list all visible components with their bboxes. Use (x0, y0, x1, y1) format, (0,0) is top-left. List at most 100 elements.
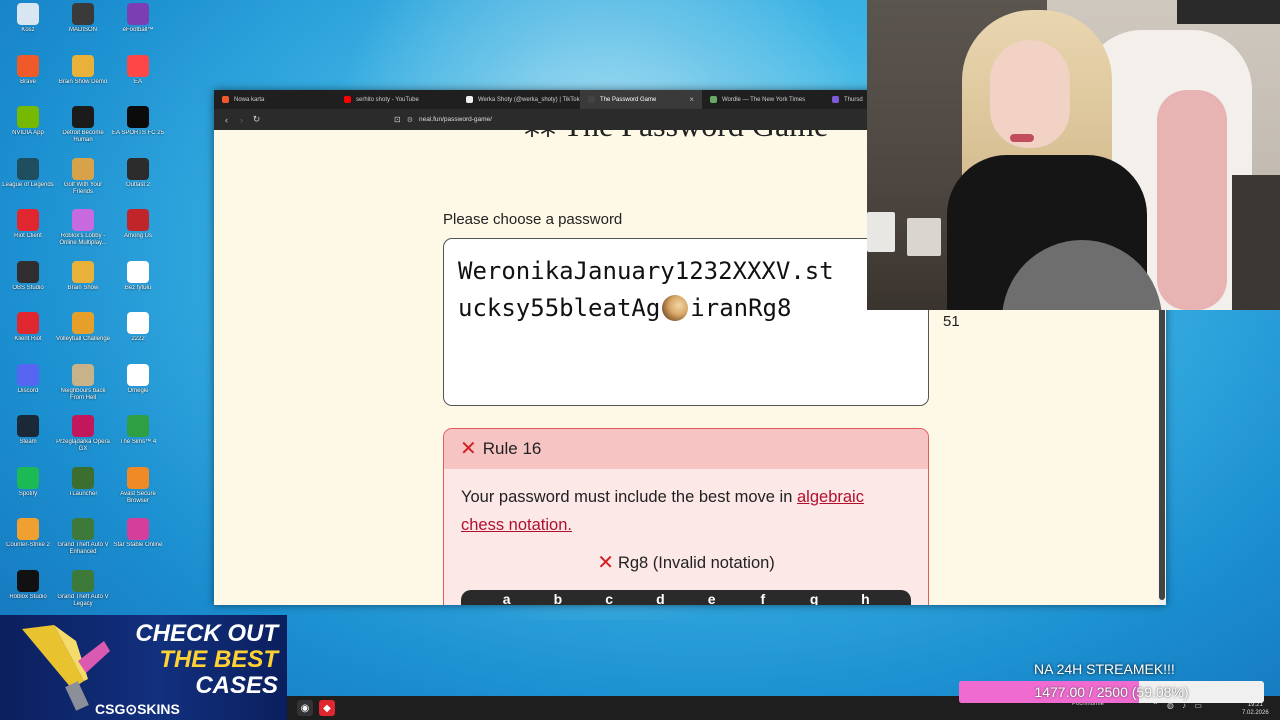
browser-tab[interactable]: Wordle — The New York Times (702, 90, 824, 109)
desktop-icon[interactable]: Star Stable Online (110, 518, 166, 568)
desktop-icon[interactable]: Brain Show (55, 260, 111, 311)
desktop-icon-label: Golf With Your Friends (63, 181, 103, 195)
desktop-icon[interactable]: The Sims™ 4 (110, 415, 166, 465)
desktop-icon[interactable]: Bez tytułu (110, 260, 166, 311)
app-icon (17, 415, 39, 437)
reload-button[interactable]: ↻ (249, 114, 264, 125)
app-icon (72, 569, 94, 592)
obs-taskbar-icon[interactable]: ◉ (297, 700, 313, 716)
character-count: 51 (943, 313, 960, 330)
verdict-x-icon: ✕ (597, 552, 614, 574)
desktop-icon-label: Among Us (123, 233, 152, 239)
browser-tab[interactable]: serhito shoty - YouTube (336, 90, 458, 109)
browser-tab[interactable]: Nowa karta (214, 90, 336, 109)
desktop-icon[interactable]: Volleyball Challenge (55, 312, 111, 362)
desktop-icon[interactable]: Omegle (110, 363, 166, 414)
desktop-icon[interactable]: Golf With Your Friends (55, 157, 111, 208)
password-input[interactable]: WeronikaJanuary1232XXXV.st ucksy55bleatA… (443, 238, 929, 406)
favicon-icon (222, 96, 229, 103)
desktop-icon[interactable]: Roblox Studio (0, 569, 56, 620)
desktop-icon[interactable]: Among Us (110, 209, 166, 259)
desktop-icon-label: Roblox Studio (9, 593, 47, 600)
desktop-icon[interactable]: Roblox's Lobby - Online Multiplay... (55, 209, 111, 259)
desktop-icon[interactable]: Riot Client (0, 209, 56, 259)
app-icon (72, 312, 94, 334)
webcam-picture-frame (1177, 0, 1280, 24)
board-file-label: b (553, 591, 563, 605)
desktop-icon-label: Detroit Become Human (62, 130, 104, 143)
desktop-icon-label: OBS Studio (12, 284, 44, 291)
stream-goal-title: NA 24H STREAMEK!!! (1034, 661, 1175, 677)
desktop-icon[interactable]: Counter-Strike 2 (0, 518, 56, 568)
desktop-icon[interactable]: 2222 (110, 312, 166, 362)
tab-label: Nowa karta (234, 96, 265, 103)
desktop-icon-label: NVIDIA App (12, 130, 44, 136)
desktop-icon[interactable]: Grand Theft Auto V Enhanced (55, 518, 111, 568)
webcam-streamer-face (990, 40, 1070, 148)
desktop-icon-label: Counter-Strike 2 (6, 542, 50, 548)
desktop-icon[interactable]: OBS Studio (0, 260, 56, 311)
desktop-icon[interactable]: Avast Secure Browser (110, 466, 166, 517)
desktop-icon[interactable]: MADISON (55, 3, 111, 53)
address-bar[interactable]: ⊡ ⚙ neal.fun/password-game/ (394, 112, 894, 127)
rule-header: ✕ Rule 16 (444, 429, 928, 469)
app-icon (17, 209, 39, 231)
desktop-icon[interactable]: Brave (0, 54, 56, 105)
app-icon (17, 54, 39, 77)
forward-button[interactable]: › (234, 115, 249, 125)
desktop-icon[interactable]: Outlast 2 (110, 157, 166, 208)
stream-goal-text: 1477.00 / 2500 (59.08%) (1034, 684, 1189, 700)
desktop-icon[interactable]: eFootball™ (110, 3, 166, 53)
desktop-icons: Kosz MADISON eFootball™ Brave Brain Show Dem… (0, 0, 170, 615)
fail-x-icon: ✕ (460, 438, 477, 460)
desktop-icon[interactable]: Steam (0, 415, 56, 465)
webcam-streamer-lips (1010, 134, 1034, 142)
desktop-icon[interactable]: TLauncher (55, 466, 111, 517)
board-file-label: e (707, 591, 716, 605)
desktop-icon[interactable]: Brain Show Demo (55, 54, 111, 105)
board-file-label: f (760, 591, 766, 605)
desktop-icon-label: Riot Client (14, 233, 42, 239)
desktop-icon-label: Przeglądarka Opera GX (56, 439, 110, 452)
back-button[interactable]: ‹ (219, 115, 234, 125)
desktop-icon[interactable]: Neighbours back From Hell (55, 363, 111, 414)
browser-tab[interactable]: The Password Game × (580, 90, 702, 109)
ad-headline: CHECK OUT THE BEST CASES (126, 621, 278, 699)
desktop-icon[interactable]: Przeglądarka Opera GX (55, 415, 111, 465)
desktop-icon-label: Brave (20, 78, 36, 85)
desktop-icon-label: Spotify (18, 490, 38, 497)
desktop-icon[interactable]: Klient Riot (0, 312, 56, 362)
desktop-icon[interactable]: Kosz (0, 3, 56, 53)
app-icon (127, 209, 149, 231)
app-icon (72, 106, 94, 128)
webcam-overlay (867, 0, 1280, 310)
clock[interactable]: 19:21 7.02.2026 (1242, 701, 1269, 717)
app-icon (127, 363, 149, 386)
browser-tab[interactable]: Werka Shoty (@werka_shoty) | TikTok (458, 90, 580, 109)
desktop-icon-label: TLauncher (68, 490, 98, 497)
verdict-text: Rg8 (Invalid notation) (617, 554, 775, 572)
tab-label: serhito shoty - YouTube (356, 96, 419, 103)
bookmark-icon[interactable]: ⊡ (394, 115, 401, 124)
desktop-icon-label: Grand Theft Auto V Legacy (57, 593, 109, 607)
desktop-icon-label: Avast Secure Browser (120, 490, 156, 504)
desktop-icon-label: Steam (19, 439, 37, 445)
url-text[interactable]: neal.fun/password-game/ (419, 116, 492, 123)
desktop-icon-label: Discord (17, 387, 39, 394)
app-icon (127, 518, 149, 540)
clock-date: 7.02.2026 (1242, 710, 1269, 716)
app-icon (127, 415, 149, 437)
password-text[interactable]: WeronikaJanuary1232XXXV.st ucksy55bleatA… (458, 253, 918, 327)
desktop-icon[interactable]: Discord (0, 363, 56, 414)
riot-taskbar-icon[interactable]: ◆ (319, 700, 335, 716)
desktop-icon[interactable]: NVIDIA App (0, 106, 56, 156)
site-settings-icon[interactable]: ⚙ (407, 116, 413, 124)
desktop-icon[interactable]: Spotify (0, 466, 56, 517)
desktop-icon[interactable]: Grand Theft Auto V Legacy (55, 569, 111, 620)
desktop-icon[interactable]: Detroit Become Human (55, 106, 111, 156)
chess-board: a b c d e f g h (461, 590, 911, 605)
desktop-icon[interactable]: EA (110, 54, 166, 105)
desktop-icon[interactable]: League of Legends (0, 157, 56, 208)
desktop-icon[interactable]: EA SPORTS FC 25 (110, 106, 166, 156)
close-tab-icon[interactable]: × (689, 95, 694, 104)
